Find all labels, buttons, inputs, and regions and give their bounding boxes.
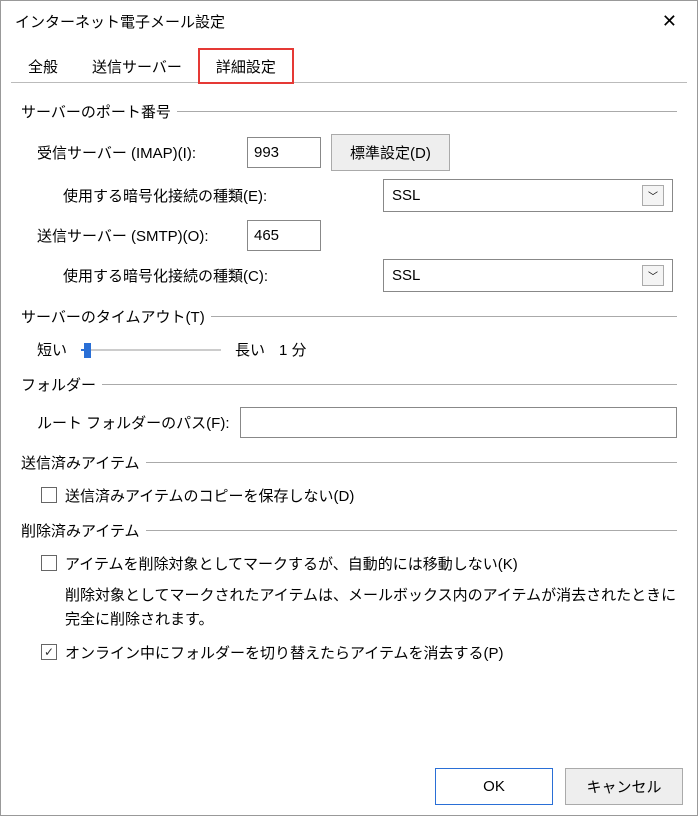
mark-delete-help: 削除対象としてマークされたアイテムは、メールボックス内のアイテムが消去されたとき… xyxy=(65,584,677,632)
imap-port-label: 受信サーバー (IMAP)(I): xyxy=(37,142,237,163)
section-sent-items: 送信済みアイテム xyxy=(21,452,140,473)
mark-delete-checkbox[interactable] xyxy=(41,555,57,571)
chevron-down-icon: ﹀ xyxy=(642,265,664,286)
cancel-button[interactable]: キャンセル xyxy=(565,768,683,805)
mark-delete-label: アイテムを削除対象としてマークするが、自動的には移動しない(K) xyxy=(65,553,518,574)
smtp-port-input[interactable] xyxy=(247,220,321,251)
timeout-slider[interactable] xyxy=(81,340,221,360)
timeout-value: 1 分 xyxy=(279,339,307,360)
incoming-encryption-select[interactable]: SSL ﹀ xyxy=(383,179,673,212)
window-title: インターネット電子メール設定 xyxy=(15,11,225,32)
ok-button[interactable]: OK xyxy=(435,768,553,805)
divider xyxy=(102,384,677,385)
tab-advanced[interactable]: 詳細設定 xyxy=(199,49,293,83)
divider xyxy=(146,530,677,531)
divider xyxy=(211,316,677,317)
defaults-button[interactable]: 標準設定(D) xyxy=(331,134,450,171)
dont-save-sent-label: 送信済みアイテムのコピーを保存しない(D) xyxy=(65,485,354,506)
slider-track xyxy=(81,349,221,351)
root-folder-input[interactable] xyxy=(240,407,678,438)
purge-on-switch-label: オンライン中にフォルダーを切り替えたらアイテムを消去する(P) xyxy=(65,642,504,663)
outgoing-encryption-select[interactable]: SSL ﹀ xyxy=(383,259,673,292)
imap-port-input[interactable] xyxy=(247,137,321,168)
slider-thumb[interactable] xyxy=(84,343,91,358)
divider xyxy=(146,462,677,463)
section-deleted-items: 削除済みアイテム xyxy=(21,520,140,541)
section-server-ports: サーバーのポート番号 xyxy=(21,101,171,122)
incoming-encryption-label: 使用する暗号化接続の種類(E): xyxy=(63,185,373,206)
section-timeout: サーバーのタイムアウト(T) xyxy=(21,306,205,327)
outgoing-encryption-value: SSL xyxy=(392,267,420,284)
purge-on-switch-checkbox[interactable]: ✓ xyxy=(41,644,57,660)
close-icon[interactable]: ✕ xyxy=(656,9,683,34)
divider xyxy=(177,111,677,112)
tab-outgoing-server[interactable]: 送信サーバー xyxy=(75,49,199,83)
timeout-short-label: 短い xyxy=(37,339,67,360)
smtp-port-label: 送信サーバー (SMTP)(O): xyxy=(37,225,237,246)
root-folder-label: ルート フォルダーのパス(F): xyxy=(37,412,230,433)
chevron-down-icon: ﹀ xyxy=(642,185,664,206)
dont-save-sent-checkbox[interactable] xyxy=(41,487,57,503)
section-folders: フォルダー xyxy=(21,374,96,395)
tab-general[interactable]: 全般 xyxy=(11,49,75,83)
outgoing-encryption-label: 使用する暗号化接続の種類(C): xyxy=(63,265,373,286)
incoming-encryption-value: SSL xyxy=(392,187,420,204)
timeout-long-label: 長い xyxy=(235,339,265,360)
